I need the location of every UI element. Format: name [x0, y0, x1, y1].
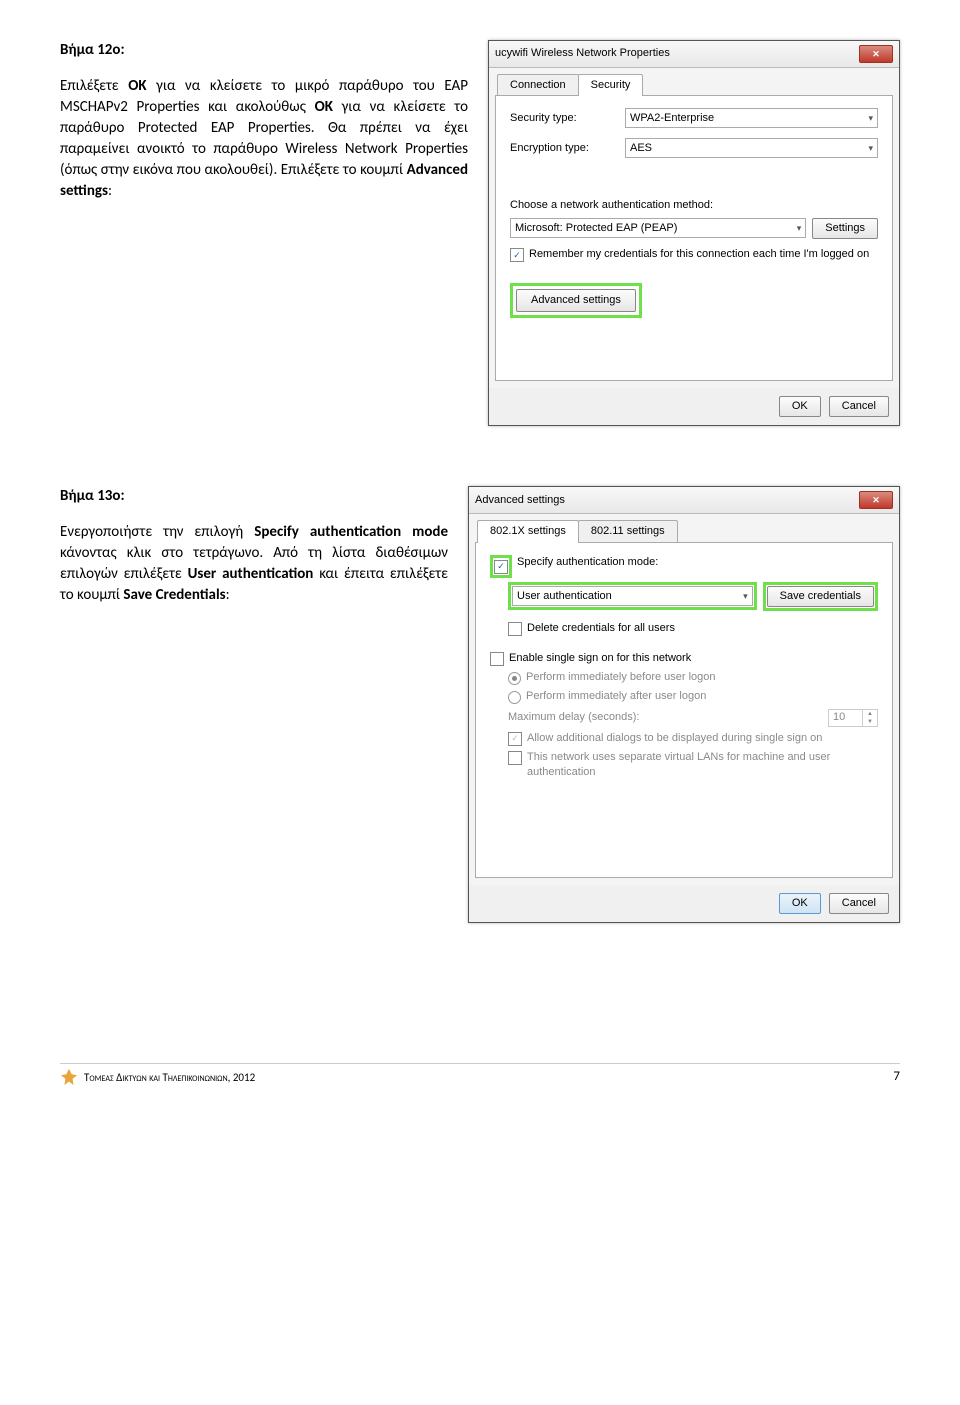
advanced-settings-dialog: Advanced settings ✕ 802.1X settings 802.…: [468, 486, 900, 923]
t: :: [226, 586, 230, 604]
auth-mode-select[interactable]: User authentication: [512, 586, 753, 606]
sso-checkbox[interactable]: [490, 652, 504, 666]
wireless-properties-dialog: ucywifi Wireless Network Properties ✕ Co…: [488, 40, 900, 426]
tab-80211[interactable]: 802.11 settings: [578, 520, 678, 542]
logo-icon: [60, 1068, 78, 1086]
step12-body: Επιλέξετε ΟΚ για να κλείσετε το μικρό πα…: [60, 76, 468, 202]
ok-button[interactable]: OK: [779, 893, 821, 914]
t: Save Credentials: [123, 586, 225, 604]
step12-title: Βήμα 12ο:: [60, 40, 468, 61]
security-type-select[interactable]: WPA2-Enterprise: [625, 108, 878, 128]
allow-dialogs-checkbox: ✓: [508, 732, 522, 746]
highlight-mode-select: User authentication: [508, 582, 757, 610]
t: Επιλέξετε: [60, 77, 128, 95]
advanced-settings-button[interactable]: Advanced settings: [516, 289, 636, 312]
auth-method-label: Choose a network authentication method:: [510, 198, 878, 213]
footer-text: Τομεας Δικτyων και Τηλεπικοινωνιων, 2012: [84, 1070, 255, 1085]
t: Specify authentication mode: [254, 523, 448, 541]
t: ΟΚ: [128, 77, 146, 95]
encryption-type-select[interactable]: AES: [625, 138, 878, 158]
t: Ενεργοποιήστε την επιλογή: [60, 523, 254, 541]
tab-8021x[interactable]: 802.1X settings: [477, 520, 579, 542]
remember-label: Remember my credentials for this connect…: [529, 247, 869, 262]
delete-credentials-label: Delete credentials for all users: [527, 621, 675, 636]
max-delay-input: 10 ▲▼: [828, 709, 878, 727]
highlight-save-cred: Save credentials: [763, 582, 878, 611]
highlight-specify-checkbox: ✓: [490, 555, 512, 578]
delete-credentials-checkbox[interactable]: [508, 622, 522, 636]
tab-connection[interactable]: Connection: [497, 74, 579, 96]
security-type-label: Security type:: [510, 111, 625, 126]
max-delay-label: Maximum delay (seconds):: [508, 710, 823, 725]
before-logon-label: Perform immediately before user logon: [526, 670, 716, 685]
t: User authentication: [188, 565, 314, 583]
step13-title: Βήμα 13ο:: [60, 486, 448, 507]
t: ΟΚ: [315, 98, 333, 116]
t: :: [108, 182, 112, 200]
dialog-title: ucywifi Wireless Network Properties: [495, 46, 859, 61]
close-icon[interactable]: ✕: [859, 45, 893, 63]
after-logon-radio: [508, 691, 521, 704]
spinner-icon: ▲▼: [862, 710, 877, 726]
highlight-advanced: Advanced settings: [510, 283, 642, 318]
allow-dialogs-label: Allow additional dialogs to be displayed…: [527, 731, 822, 746]
settings-button[interactable]: Settings: [812, 218, 878, 239]
close-icon[interactable]: ✕: [859, 491, 893, 509]
save-credentials-button[interactable]: Save credentials: [767, 586, 874, 607]
encryption-type-label: Encryption type:: [510, 141, 625, 156]
ok-button[interactable]: OK: [779, 396, 821, 417]
vlan-checkbox: [508, 751, 522, 765]
tab-security[interactable]: Security: [578, 74, 644, 96]
remember-checkbox[interactable]: ✓: [510, 248, 524, 262]
max-delay-value: 10: [833, 710, 845, 725]
page-number: 7: [893, 1068, 900, 1086]
step13-body: Ενεργοποιήστε την επιλογή Specify authen…: [60, 522, 448, 606]
cancel-button[interactable]: Cancel: [829, 396, 889, 417]
vlan-label: This network uses separate virtual LANs …: [527, 750, 878, 781]
cancel-button[interactable]: Cancel: [829, 893, 889, 914]
page-footer: Τομεας Δικτyων και Τηλεπικοινωνιων, 2012…: [60, 1063, 900, 1086]
before-logon-radio: [508, 672, 521, 685]
dialog-title: Advanced settings: [475, 493, 859, 508]
sso-label: Enable single sign on for this network: [509, 651, 691, 666]
specify-mode-label: Specify authentication mode:: [517, 555, 658, 570]
after-logon-label: Perform immediately after user logon: [526, 689, 706, 704]
auth-method-select[interactable]: Microsoft: Protected EAP (PEAP): [510, 218, 806, 238]
specify-mode-checkbox[interactable]: ✓: [494, 560, 508, 574]
